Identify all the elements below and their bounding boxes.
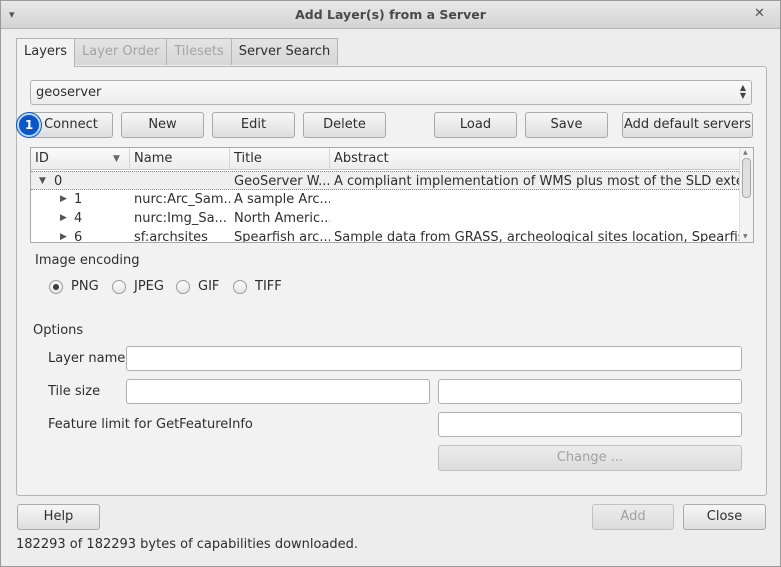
connection-select[interactable]: geoserver ▲ ▼ <box>30 80 752 105</box>
status-text: 182293 of 182293 bytes of capabilities d… <box>16 537 359 552</box>
tree-row[interactable]: ▶ 6 sf:archsites Spearfish arc... Sample… <box>31 228 739 243</box>
row-title: Spearfish arc... <box>234 230 330 243</box>
tab-layers[interactable]: Layers <box>16 38 76 67</box>
collapse-arrow-icon[interactable]: ▼ <box>39 172 46 191</box>
scrollbar-thumb[interactable] <box>742 158 751 198</box>
radio-gif[interactable] <box>176 280 190 294</box>
row-abstract: Sample data from GRASS, archeological si… <box>334 230 739 243</box>
radio-png[interactable] <box>49 280 63 294</box>
load-button[interactable]: Load <box>434 112 517 138</box>
tree-scrollbar[interactable]: ▲ ▼ <box>739 148 753 242</box>
row-name: nurc:Arc_Sam... <box>134 192 230 207</box>
tile-width-field[interactable] <box>126 379 430 404</box>
row-name: nurc:Img_Sa... <box>134 211 227 226</box>
sort-descending-icon: ▼ <box>113 154 120 164</box>
feature-limit-field[interactable] <box>438 412 742 437</box>
radio-jpeg[interactable] <box>112 280 126 294</box>
tab-tilesets[interactable]: Tilesets <box>166 38 232 65</box>
add-button[interactable]: Add <box>592 504 674 530</box>
new-button[interactable]: New <box>121 112 204 138</box>
tree-row[interactable]: ▶ 1 nurc:Arc_Sam... A sample Arc... <box>31 190 739 209</box>
tree-header: ID ▼ Name Title Abstract <box>31 148 739 170</box>
layer-name-field[interactable] <box>126 346 742 371</box>
row-title: GeoServer W... <box>234 174 330 189</box>
tab-server-search[interactable]: Server Search <box>230 38 339 65</box>
row-title: North Americ... <box>234 211 330 226</box>
column-header-abstract[interactable]: Abstract <box>330 148 739 170</box>
title-bar: ▾ Add Layer(s) from a Server ✕ <box>1 1 780 29</box>
row-title: A sample Arc... <box>234 192 330 207</box>
row-name: sf:archsites <box>134 230 208 243</box>
add-layers-dialog: ▾ Add Layer(s) from a Server ✕ Layers La… <box>0 0 781 567</box>
window-title: Add Layer(s) from a Server <box>295 7 486 22</box>
change-button[interactable]: Change ... <box>438 445 742 471</box>
close-icon[interactable]: ✕ <box>754 7 768 21</box>
row-id: 1 <box>74 192 83 207</box>
tab-bar: Layers Layer Order Tilesets Server Searc… <box>16 38 339 67</box>
layers-tree[interactable]: ID ▼ Name Title Abstract ▼ 0 GeoServer W… <box>30 147 754 243</box>
radio-png-label: PNG <box>71 279 99 294</box>
scroll-down-icon[interactable]: ▼ <box>743 233 748 240</box>
tile-size-label: Tile size <box>48 384 101 399</box>
radio-gif-label: GIF <box>198 279 220 294</box>
connect-button[interactable]: Connect <box>29 112 113 138</box>
row-id: 4 <box>74 211 83 226</box>
tab-layer-order[interactable]: Layer Order <box>74 38 168 65</box>
column-header-name[interactable]: Name <box>130 148 230 170</box>
connection-select-value: geoserver <box>36 85 102 100</box>
delete-button[interactable]: Delete <box>303 112 386 138</box>
row-id: 0 <box>54 174 63 189</box>
feature-limit-label: Feature limit for GetFeatureInfo <box>48 417 253 432</box>
save-button[interactable]: Save <box>525 112 608 138</box>
expand-arrow-icon[interactable]: ▶ <box>60 228 67 242</box>
options-heading: Options <box>33 323 84 338</box>
step-marker: 1 <box>17 113 41 137</box>
radio-tiff[interactable] <box>233 280 247 294</box>
image-encoding-heading: Image encoding <box>35 253 140 268</box>
updown-arrows-icon: ▲ ▼ <box>739 83 746 100</box>
scroll-up-icon[interactable]: ▲ <box>743 149 748 156</box>
radio-tiff-label: TIFF <box>255 279 282 294</box>
expand-arrow-icon[interactable]: ▶ <box>60 209 67 228</box>
column-header-id-label: ID <box>35 151 49 166</box>
row-id: 6 <box>74 230 83 243</box>
tree-row[interactable]: ▼ 0 GeoServer W... A compliant implement… <box>31 171 739 190</box>
help-button[interactable]: Help <box>17 504 100 530</box>
add-default-servers-button[interactable]: Add default servers <box>622 112 753 138</box>
column-header-id[interactable]: ID ▼ <box>31 148 130 170</box>
layer-name-label: Layer name <box>48 351 126 366</box>
tile-height-field[interactable] <box>438 379 742 404</box>
expand-arrow-icon[interactable]: ▶ <box>60 190 67 209</box>
radio-jpeg-label: JPEG <box>134 279 164 294</box>
column-header-title[interactable]: Title <box>230 148 330 170</box>
row-abstract: A compliant implementation of WMS plus m… <box>334 174 739 189</box>
edit-button[interactable]: Edit <box>212 112 295 138</box>
close-button[interactable]: Close <box>683 504 766 530</box>
tree-row[interactable]: ▶ 4 nurc:Img_Sa... North Americ... <box>31 209 739 228</box>
